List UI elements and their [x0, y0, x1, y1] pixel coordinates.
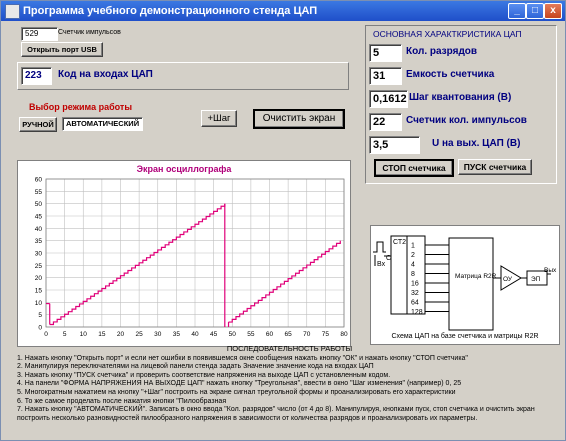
input-label: Вх — [377, 261, 386, 268]
x-tick-label: 60 — [266, 331, 274, 338]
x-tick-label: 70 — [303, 331, 311, 338]
y-tick-label: 5 — [38, 312, 42, 319]
counter-capacity-label: Емкость счетчика — [406, 69, 495, 80]
stop-counter-button[interactable]: СТОП счетчика — [374, 159, 454, 177]
oscilloscope-chart: 0 5 10 15 20 25 30 35 40 45 50 55 60 0 5 10 15 20 25 30 35 40… — [35, 164, 348, 338]
step-button[interactable]: +Шаг — [201, 110, 237, 127]
x-tick-label: 0 — [44, 331, 48, 338]
y-tick-label: 35 — [35, 238, 43, 245]
x-tick-label: 10 — [80, 331, 88, 338]
auto-mode-field[interactable]: АВТОМАТИЧЕСКИЙ — [62, 117, 143, 131]
ep-label: ЭП — [531, 276, 541, 283]
x-tick-label: 75 — [322, 331, 330, 338]
title-bar: Программа учебного демонстрационного сте… — [1, 1, 565, 21]
y-tick-label: 55 — [35, 189, 43, 196]
instructions-panel: ПОСЛЕДОВАТЕЛЬНОСТЬ РАБОТЫ 1. Нажать кноп… — [17, 344, 562, 435]
instruction-line-3: 3. Нажать кнопку "ПУСК счетчика" и прове… — [17, 371, 391, 379]
y-tick-label: 45 — [35, 214, 43, 221]
instruction-line-7: 7. Нажать кнопку "АВТОМАТИЧЕСКИЙ". Запис… — [17, 406, 535, 414]
counter-bits: 1 2 4 8 16 32 64 128 — [411, 243, 449, 316]
x-tick-label: 65 — [285, 331, 293, 338]
pulse-counter-field[interactable]: 529 — [21, 27, 58, 41]
quantization-step-label: Шаг квантования (В) — [409, 92, 512, 103]
x-tick-label: 20 — [117, 331, 125, 338]
circuit-diagram: Вх C СТ2 1 2 4 8 16 32 64 128 Матрица R2R ОУ ЭП — [370, 225, 560, 345]
y-tick-label: 15 — [35, 288, 43, 295]
y-tick-label: 30 — [35, 251, 43, 258]
dac-circuit-schematic: Вх C СТ2 1248163264128 Матрица R2R ОУ ЭП — [373, 235, 557, 340]
instruction-line-1: 1. Нажать кнопку "Открыть порт" и если н… — [17, 354, 468, 362]
quantization-step-field[interactable]: 0,16129 — [369, 90, 408, 108]
instructions-title: ПОСЛЕДОВАТЕЛЬНОСТЬ РАБОТЫ — [226, 344, 353, 353]
instruction-line-4: 4. На панели "ФОРМА НАПРЯЖЕНИЯ НА ВЫХОДЕ… — [17, 380, 462, 388]
y-tick-label: 25 — [35, 263, 43, 270]
oscilloscope-panel: 0 5 10 15 20 25 30 35 40 45 50 55 60 0 5 10 15 20 25 30 35 40… — [17, 160, 351, 347]
dac-input-label: Код на входах ЦАП — [58, 69, 153, 80]
input-pulse-icon — [373, 241, 386, 253]
x-tick-label: 25 — [136, 331, 144, 338]
x-tick-label: 80 — [340, 331, 348, 338]
minimize-button[interactable]: _ — [508, 3, 526, 19]
mode-title: Выбор режима работы — [29, 102, 133, 112]
start-counter-button[interactable]: ПУСК счетчика — [458, 159, 532, 175]
chart-title: Экран осциллографа — [137, 164, 233, 174]
x-tick-label: 40 — [191, 331, 199, 338]
counter-bit-label: 16 — [411, 281, 419, 288]
bit-count-label: Кол. разрядов — [406, 46, 478, 57]
pulse-count-label: Счетчик кол. импульсов — [406, 115, 527, 126]
close-button[interactable]: x — [544, 3, 562, 19]
x-tick-label: 45 — [210, 331, 218, 338]
dac-output-voltage-field[interactable]: 3,5 — [369, 136, 420, 154]
dac-input-field[interactable]: 223 — [21, 67, 52, 85]
counter-bit-label: 4 — [411, 262, 415, 269]
counter-capacity-field[interactable]: 31 — [369, 67, 402, 85]
dac-output-voltage-label: U на вых. ЦАП (В) — [432, 138, 521, 149]
x-tick-label: 55 — [247, 331, 255, 338]
instruction-line-5: 5. Многократным нажатием на кнопку "+Шаг… — [17, 388, 456, 396]
y-tick-label: 60 — [35, 177, 43, 184]
counter-bit-label: 2 — [411, 252, 415, 259]
maximize-button[interactable]: □ — [526, 3, 544, 19]
counter-label: СТ2 — [393, 239, 406, 246]
output-label: Вых — [544, 267, 557, 274]
counter-bit-label: 1 — [411, 243, 415, 250]
pulse-count-field[interactable]: 22 — [369, 113, 402, 131]
instruction-line-8: построить несколько разновидностей пилоо… — [17, 414, 478, 422]
y-tick-label: 50 — [35, 201, 43, 208]
r2r-matrix-block — [448, 237, 494, 331]
app-icon — [5, 4, 20, 19]
y-tick-label: 0 — [38, 325, 42, 332]
manual-mode-button[interactable]: РУЧНОЙ — [19, 117, 57, 132]
pulse-counter-label: Счетчик импульсов — [58, 29, 121, 36]
app-window: Программа учебного демонстрационного сте… — [0, 0, 566, 441]
window-title: Программа учебного демонстрационного сте… — [23, 5, 318, 17]
counter-bit-label: 64 — [411, 300, 419, 307]
instruction-line-2: 2. Манипулируя переключателями на лицево… — [17, 363, 374, 371]
counter-bit-label: 128 — [411, 309, 423, 316]
x-tick-label: 15 — [98, 331, 106, 338]
x-tick-label: 50 — [229, 331, 237, 338]
matrix-label: Матрица R2R — [455, 273, 497, 280]
open-port-button[interactable]: Открыть порт USB — [21, 42, 103, 57]
instruction-line-6: 6. То же самое проделать после нажатия к… — [17, 397, 227, 405]
x-tick-label: 30 — [154, 331, 162, 338]
y-tick-label: 10 — [35, 300, 43, 307]
signal-staircase — [49, 203, 226, 326]
clear-screen-button[interactable]: Очистить экран — [253, 109, 345, 129]
y-tick-label: 20 — [35, 275, 43, 282]
circuit-caption: Схема ЦАП на базе счетчика и матрицы R2R — [391, 332, 538, 340]
y-tick-label: 40 — [35, 226, 43, 233]
x-tick-label: 35 — [173, 331, 181, 338]
opamp-label: ОУ — [503, 276, 513, 283]
characteristics-title: ОСНОВНАЯ ХАРАКТКРИСТИКА ЦАП — [373, 29, 522, 39]
x-tick-label: 5 — [63, 331, 67, 338]
client-area: 529 Счетчик импульсов Открыть порт USB 2… — [5, 22, 561, 436]
counter-block — [390, 235, 408, 315]
counter-bit-label: 32 — [411, 290, 419, 297]
counter-bit-label: 8 — [411, 271, 415, 278]
bit-count-field[interactable]: 5 — [369, 44, 402, 62]
